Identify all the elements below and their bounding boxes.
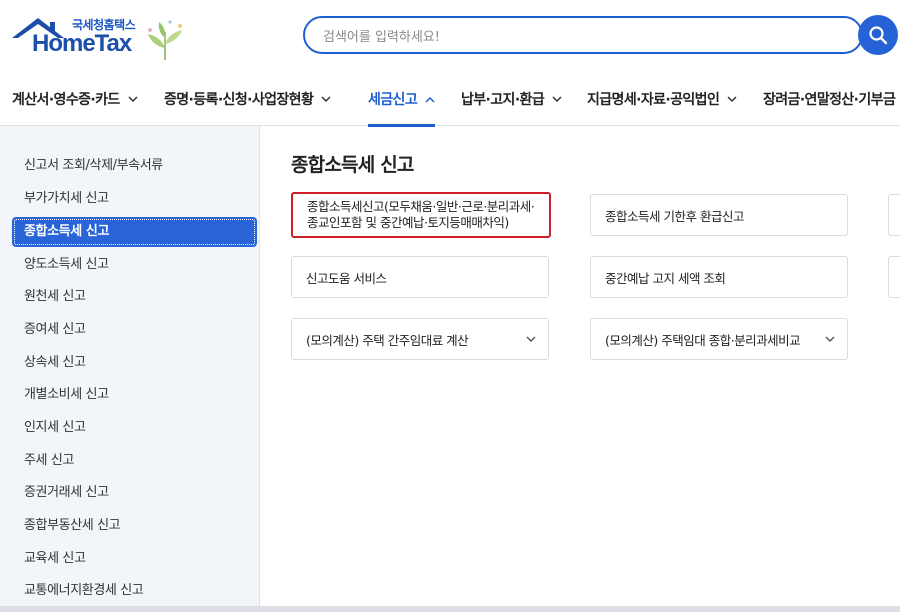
sidebar-item-inheritance[interactable]: 상속세 신고: [12, 348, 257, 378]
sidebar-item-liquor-tax[interactable]: 주세 신고: [12, 446, 257, 476]
chevron-down-icon: [552, 95, 562, 102]
sidebar-item-gift-tax[interactable]: 증여세 신고: [12, 315, 257, 345]
hometax-logo[interactable]: 국세청홈택스 HomeTax: [10, 14, 190, 64]
sidebar-item-property-tax[interactable]: 종합부동산세 신고: [12, 511, 257, 541]
nav-item-certificates[interactable]: 증명·등록·신청·사업장현황: [164, 72, 331, 126]
horizontal-scrollbar[interactable]: [0, 606, 900, 612]
card-label: (모의계산) 주택 간주임대료 계산: [306, 332, 469, 348]
nav-label: 납부·고지·환급: [461, 92, 545, 108]
card-label: 종합소득세신고(모두채움·일반·근로·분리과세·종교인포함 및 중간예납·토지등…: [307, 199, 535, 230]
card-interim-tax-lookup[interactable]: 중간예납 고지 세액 조회: [590, 256, 848, 298]
chevron-down-icon: [321, 95, 331, 102]
logo-title: HomeTax: [32, 30, 132, 57]
chevron-down-icon: [727, 95, 737, 102]
chevron-down-icon: [128, 95, 138, 102]
sidebar-item-report-lookup[interactable]: 신고서 조회/삭제/부속서류: [12, 151, 257, 181]
sidebar-item-stamp-tax[interactable]: 인지세 신고: [12, 413, 257, 443]
sidebar-item-consumption[interactable]: 개별소비세 신고: [12, 380, 257, 410]
card-income-tax-filing[interactable]: 종합소득세신고(모두채움·일반·근로·분리과세·종교인포함 및 중간예납·토지등…: [291, 192, 551, 238]
sidebar-item-income-tax[interactable]: 종합소득세 신고: [12, 217, 257, 247]
nav-label: 지급명세·자료·공익법인: [587, 92, 720, 108]
sidebar-item-securities[interactable]: 증권거래세 신고: [12, 478, 257, 508]
sidebar-item-withholding[interactable]: 원천세 신고: [12, 282, 257, 312]
card-label: 중간예납 고지 세액 조회: [605, 270, 726, 286]
sidebar: 신고서 조회/삭제/부속서류 부가가치세 신고 종합소득세 신고 양도소득세 신…: [0, 126, 260, 612]
search-button[interactable]: [858, 15, 898, 55]
sidebar-item-vat[interactable]: 부가가치세 신고: [12, 184, 257, 214]
chevron-down-icon: [526, 336, 536, 342]
sidebar-item-capital-gains[interactable]: 양도소득세 신고: [12, 250, 257, 280]
chevron-up-icon: [425, 96, 435, 103]
page-title: 종합소득세 신고: [291, 154, 414, 176]
nav-item-payment[interactable]: 납부·고지·환급: [461, 72, 562, 126]
card-label: 신고도움 서비스: [306, 270, 387, 286]
search-icon: [869, 26, 888, 45]
nav-item-invoice[interactable]: 계산서·영수증·카드: [12, 72, 138, 126]
nav-label: 장려금·연말정산·기부금: [763, 92, 896, 108]
card-deemed-rent-calc[interactable]: (모의계산) 주택 간주임대료 계산: [291, 318, 549, 360]
card-late-refund-filing[interactable]: 종합소득세 기한후 환급신고: [590, 194, 848, 236]
sidebar-item-education-tax[interactable]: 교육세 신고: [12, 544, 257, 574]
search-box: [303, 16, 863, 54]
nav-label: 증명·등록·신청·사업장현황: [164, 92, 314, 108]
nav-label: 계산서·영수증·카드: [12, 92, 120, 108]
search-input[interactable]: [321, 26, 825, 48]
card-rental-tax-compare[interactable]: (모의계산) 주택임대 종합·분리과세비교: [590, 318, 848, 360]
card-partial[interactable]: [888, 194, 900, 236]
sidebar-item-transport-tax[interactable]: 교통에너지환경세 신고: [12, 576, 257, 606]
card-filing-help[interactable]: 신고도움 서비스: [291, 256, 549, 298]
nav-item-statements[interactable]: 지급명세·자료·공익법인: [587, 72, 737, 126]
chevron-down-icon: [825, 336, 835, 342]
card-label: 종합소득세 기한후 환급신고: [605, 208, 744, 224]
main-nav: 계산서·영수증·카드 증명·등록·신청·사업장현황 세금신고 납부·고지·환급 …: [0, 72, 900, 127]
plant-icon: [148, 20, 182, 60]
card-partial[interactable]: [888, 256, 900, 298]
card-label: (모의계산) 주택임대 종합·분리과세비교: [605, 332, 801, 348]
nav-item-incentives[interactable]: 장려금·연말정산·기부금: [763, 72, 900, 126]
nav-label: 세금신고: [368, 92, 418, 108]
header: 국세청홈택스 HomeTax: [0, 0, 900, 68]
nav-item-tax-filing[interactable]: 세금신고: [368, 72, 436, 127]
